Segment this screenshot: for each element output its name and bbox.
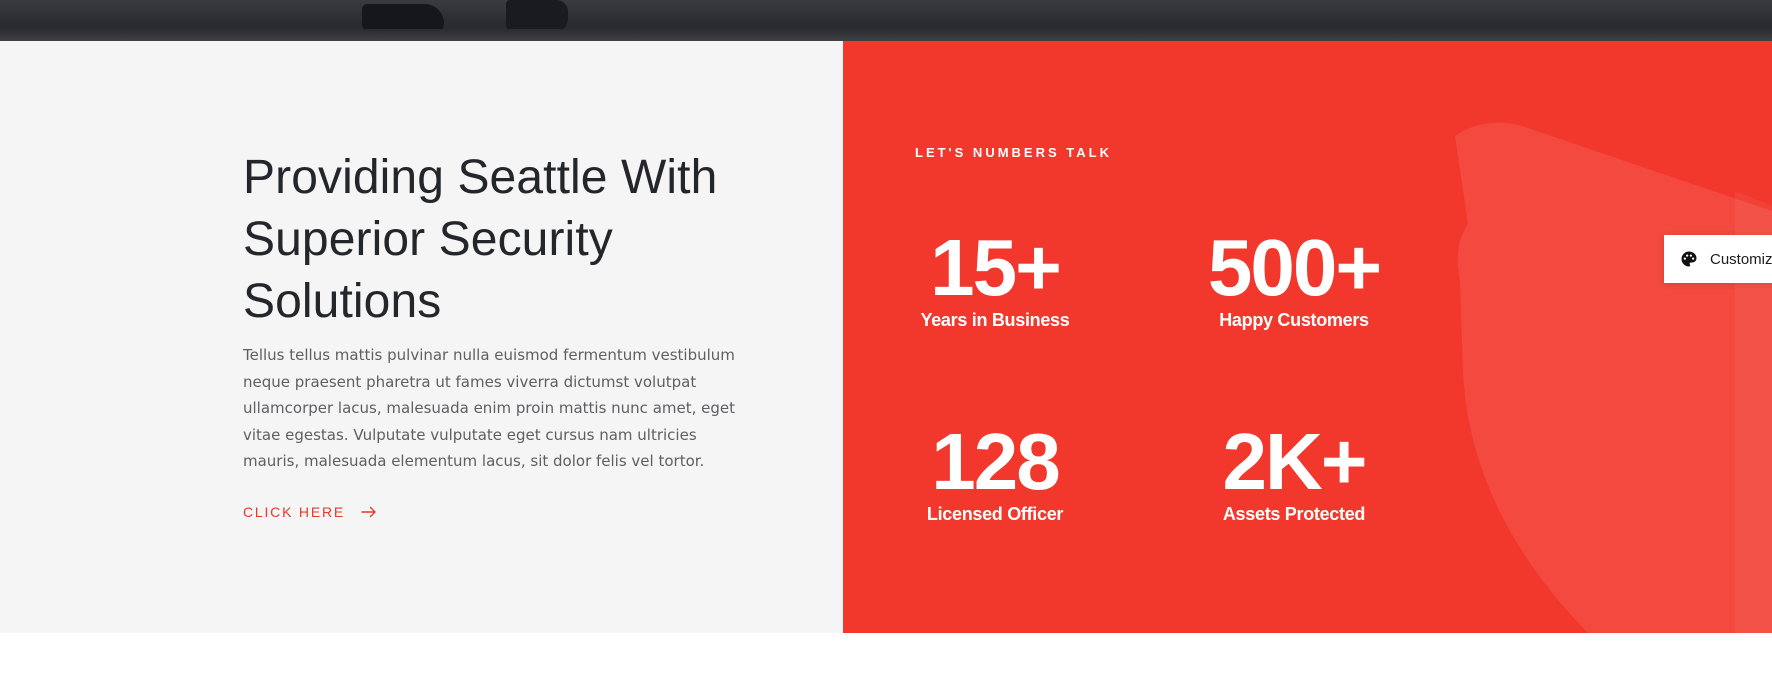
shield-watermark	[1455, 122, 1772, 633]
about-section: Providing Seattle With Superior Security…	[0, 41, 843, 633]
hero-photo-ground	[0, 29, 1772, 41]
stat-assets: 2K+ Assets Protected	[1164, 421, 1424, 525]
stat-label: Assets Protected	[1222, 504, 1366, 524]
section-description: Tellus tellus mattis pulvinar nulla euis…	[243, 346, 736, 470]
stat-label: Licensed Officer	[926, 504, 1064, 524]
stat-label: Years in Business	[920, 310, 1070, 330]
section-heading: Providing Seattle With Superior Security…	[243, 151, 718, 328]
stat-years: 15+ Years in Business	[865, 227, 1125, 331]
stat-value: 15+	[930, 223, 1062, 312]
stat-value: 2K+	[1222, 417, 1368, 506]
hero-image-strip	[0, 0, 1772, 41]
stats-section: LET'S NUMBERS TALK 15+ Years in Business…	[843, 41, 1772, 633]
stat-value: 128	[931, 417, 1060, 506]
stat-customers: 500+ Happy Customers	[1164, 227, 1424, 331]
stats-eyebrow: LET'S NUMBERS TALK	[915, 145, 1112, 160]
arrow-right-icon	[361, 506, 376, 518]
click-here-label: CLICK HERE	[243, 504, 346, 520]
palette-icon	[1681, 251, 1697, 267]
customize-button[interactable]: Customiz	[1664, 235, 1772, 283]
customize-label: Customiz	[1710, 250, 1772, 268]
stat-officers: 128 Licensed Officer	[865, 421, 1125, 525]
stat-value: 500+	[1207, 223, 1382, 312]
click-here-link[interactable]: CLICK HERE	[243, 504, 377, 520]
stat-label: Happy Customers	[1219, 310, 1369, 330]
